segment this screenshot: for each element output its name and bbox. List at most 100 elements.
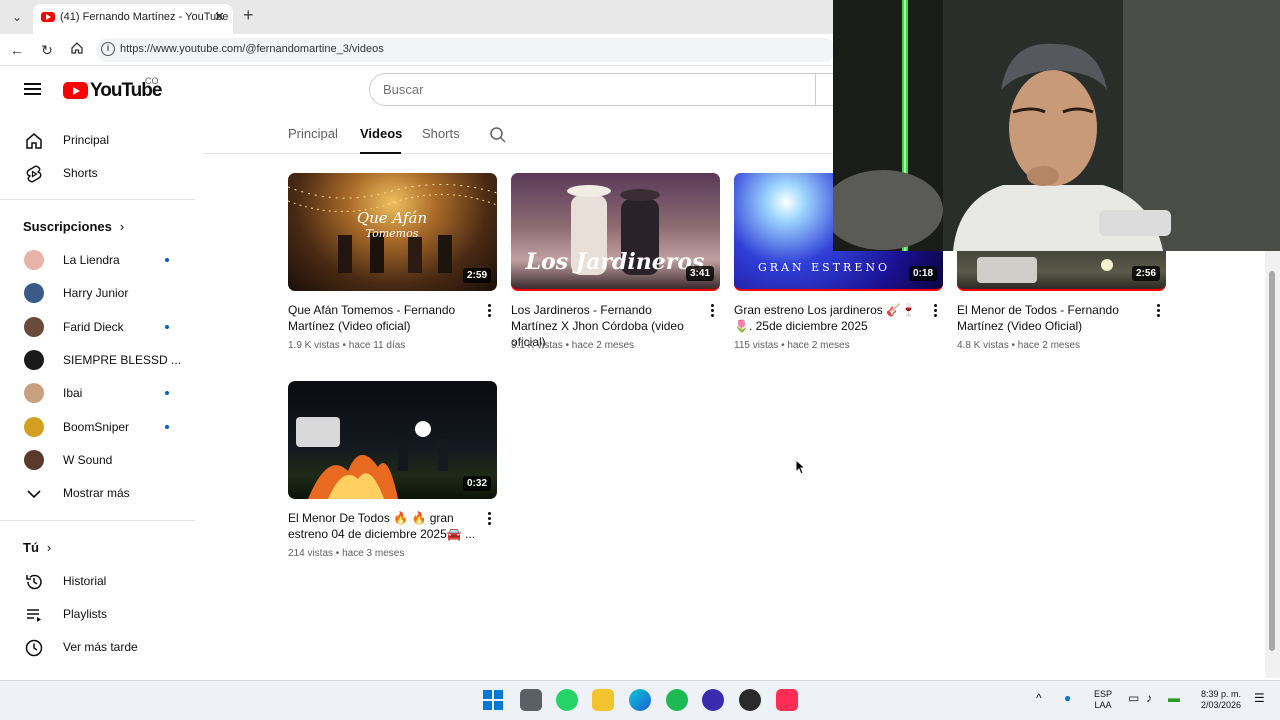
sidebar-item-label: W Sound	[63, 453, 113, 467]
tab-title: (41) Fernando Martínez - YouTube	[60, 11, 229, 23]
task-view-icon[interactable]	[520, 689, 542, 711]
video-thumbnail[interactable]: 0:32	[288, 381, 497, 499]
clock-time: 8:39 p. m.	[1200, 689, 1242, 699]
video-title[interactable]: Gran estreno Los jardineros 🎸🍷 🌷. 25de d…	[734, 302, 922, 334]
chevron-right-icon: ›	[119, 219, 125, 234]
more-options-icon[interactable]	[1157, 304, 1161, 318]
more-options-icon[interactable]	[488, 512, 492, 526]
more-options-icon[interactable]	[934, 304, 938, 318]
more-options-icon[interactable]	[711, 304, 715, 318]
page-scrollbar[interactable]	[1265, 251, 1280, 678]
scrollbar-thumb[interactable]	[1269, 271, 1275, 651]
show-hidden-icons-icon[interactable]: ^	[1036, 692, 1042, 704]
new-content-dot	[165, 325, 169, 329]
tab-list-icon[interactable]: ⌄	[8, 8, 26, 26]
video-meta: 214 vistas • hace 3 meses	[288, 548, 405, 559]
obs-icon[interactable]	[739, 689, 761, 711]
more-options-icon[interactable]	[488, 304, 492, 318]
battery-icon[interactable]: ▬	[1168, 692, 1180, 704]
you-heading-label: Tú	[23, 540, 39, 555]
input-language[interactable]: ESP LAA	[1090, 689, 1116, 711]
sidebar-item-history[interactable]: Historial	[0, 565, 195, 598]
tab-principal[interactable]: Principal	[288, 126, 338, 141]
duration-badge: 0:32	[462, 476, 491, 491]
video-thumbnail[interactable]: Que Afán Tomemos 2:59	[288, 173, 497, 291]
file-explorer-icon[interactable]	[592, 689, 614, 711]
new-content-dot	[165, 391, 169, 395]
sidebar-item-subscription[interactable]: W Sound	[0, 444, 195, 477]
duration-badge: 3:41	[685, 266, 714, 281]
sidebar-item-subscription[interactable]: BoomSniper	[0, 411, 195, 444]
webcam-overlay	[833, 0, 1280, 251]
tab-shorts[interactable]: Shorts	[422, 126, 460, 141]
subscriptions-heading[interactable]: Suscripciones ›	[23, 219, 124, 234]
sidebar-item-label: Ibai	[63, 386, 83, 400]
tiktok-icon[interactable]	[776, 689, 798, 711]
sidebar-item-label: Playlists	[63, 607, 108, 621]
back-icon[interactable]: ←	[7, 40, 27, 60]
sidebar-item-subscription[interactable]: Farid Dieck	[0, 311, 195, 344]
edge-browser-icon[interactable]	[629, 689, 651, 711]
search-icon[interactable]	[489, 126, 507, 144]
avatar	[24, 250, 44, 270]
hamburger-menu-icon[interactable]	[24, 80, 42, 98]
search-input[interactable]	[383, 82, 803, 97]
sidebar-item-subscription[interactable]: SIEMPRE BLESSD ...	[0, 344, 195, 377]
app-icon[interactable]	[702, 689, 724, 711]
home-icon[interactable]	[67, 40, 87, 60]
screen: ⌄ (41) Fernando Martínez - YouTube ✕ + ←…	[0, 0, 1280, 720]
sidebar-item-watch-later[interactable]: Ver más tarde	[0, 631, 195, 664]
site-info-icon[interactable]: i	[101, 42, 115, 56]
youtube-logo[interactable]: YouTube CO	[63, 76, 163, 102]
tab-videos[interactable]: Videos	[360, 126, 402, 141]
video-meta: 1.9 K vistas • hace 11 días	[288, 340, 406, 351]
video-title[interactable]: El Menor de Todos - Fernando Martínez (V…	[957, 302, 1145, 334]
upload-age: hace 2 meses	[571, 340, 635, 351]
svg-text:Que Afán: Que Afán	[357, 209, 427, 227]
svg-text:Los Jardineros: Los Jardineros	[525, 249, 705, 275]
sidebar-item-shorts[interactable]: Shorts	[0, 157, 195, 190]
url-field[interactable]: i https://www.youtube.com/@fernandomarti…	[96, 38, 836, 62]
video-title[interactable]: Que Afán Tomemos - Fernando Martínez (Vi…	[288, 302, 476, 334]
spotify-icon[interactable]	[666, 689, 688, 711]
search-box[interactable]	[369, 73, 833, 106]
sidebar-item-subscription[interactable]: La Liendra	[0, 244, 195, 277]
sidebar-item-label: Principal	[63, 133, 110, 147]
country-code: CO	[145, 76, 159, 86]
chevron-down-icon	[27, 490, 41, 499]
avatar	[24, 350, 44, 370]
view-count: 3.1 K vistas	[511, 340, 563, 351]
sidebar-item-principal[interactable]: Principal	[0, 124, 195, 157]
clock[interactable]: 8:39 p. m. 2/03/2026	[1192, 689, 1250, 711]
video-card[interactable]: 0:32 El Menor De Todos 🔥 🔥 gran estreno …	[288, 381, 498, 581]
history-icon	[26, 574, 42, 590]
sidebar-item-subscription[interactable]: Ibai	[0, 377, 195, 410]
upload-age: hace 2 meses	[787, 340, 850, 351]
youtube-favicon-icon	[41, 12, 55, 22]
shorts-icon	[26, 165, 42, 183]
sidebar-item-show-more[interactable]: Mostrar más	[0, 477, 195, 510]
windows-taskbar: ^ ● ESP LAA ▭ ♪ ▬ 8:39 p. m. 2/03/2026 ☰	[0, 680, 1280, 720]
video-title[interactable]: El Menor De Todos 🔥 🔥 gran estreno 04 de…	[288, 510, 476, 542]
chevron-right-icon: ›	[46, 540, 52, 555]
video-card[interactable]: Los Jardineros 3:41 Los Jardineros - Fer…	[511, 173, 721, 373]
browser-tab[interactable]: (41) Fernando Martínez - YouTube ✕	[33, 4, 233, 34]
subscriptions-heading-label: Suscripciones	[23, 219, 112, 234]
new-tab-icon[interactable]: +	[243, 5, 254, 26]
sidebar-item-playlists[interactable]: Playlists	[0, 598, 195, 631]
network-icon[interactable]: ▭	[1128, 692, 1139, 704]
video-card[interactable]: Que Afán Tomemos 2:59 Que Afán Tomemos -…	[288, 173, 498, 373]
you-heading[interactable]: Tú ›	[23, 540, 51, 555]
clock-icon	[25, 639, 43, 657]
whatsapp-icon[interactable]	[556, 689, 578, 711]
video-thumbnail[interactable]: Los Jardineros 3:41	[511, 173, 720, 291]
microphone-icon[interactable]: ●	[1064, 692, 1071, 704]
view-count: 1.9 K vistas	[288, 340, 340, 351]
volume-icon[interactable]: ♪	[1146, 692, 1152, 704]
sidebar-item-subscription[interactable]: Harry Junior	[0, 277, 195, 310]
notifications-icon[interactable]: ☰	[1254, 692, 1265, 704]
sidebar-item-label: Harry Junior	[63, 286, 129, 300]
reload-icon[interactable]: ↻	[37, 40, 57, 60]
windows-start-icon[interactable]	[482, 689, 504, 711]
close-tab-icon[interactable]: ✕	[214, 9, 225, 25]
